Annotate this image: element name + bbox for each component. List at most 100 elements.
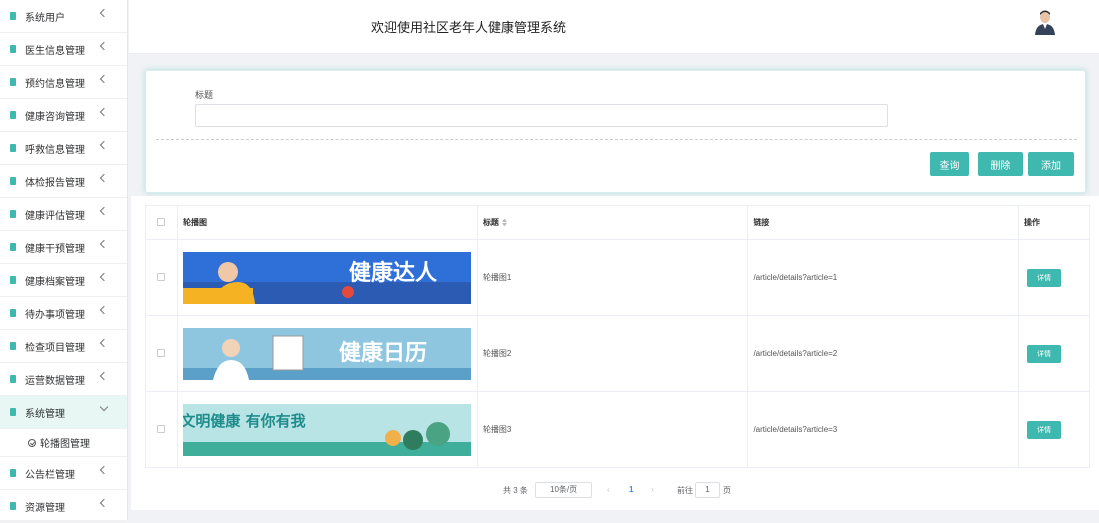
file-icon bbox=[10, 469, 16, 477]
add-button[interactable]: 添加 bbox=[1028, 152, 1074, 176]
table-row: 文明健康 有你有我 轮播图3 /article/details?article=… bbox=[145, 391, 1090, 468]
chevron-left-icon bbox=[99, 465, 109, 475]
file-icon bbox=[10, 342, 16, 350]
chevron-left-icon bbox=[99, 74, 109, 84]
link-cell: /article/details?article=3 bbox=[747, 391, 1020, 468]
title-filter-input[interactable] bbox=[195, 104, 888, 127]
sidebar-item-assessment[interactable]: 健康评估管理 bbox=[0, 198, 127, 231]
row-checkbox[interactable] bbox=[157, 348, 166, 357]
goto-label: 前往 bbox=[677, 486, 693, 495]
banner-image: 健康日历 bbox=[182, 327, 471, 380]
table-row: 健康日历 轮播图2 /article/details?article=2 详情 bbox=[145, 315, 1090, 392]
file-icon bbox=[10, 502, 16, 510]
sidebar-item-label: 资源管理 bbox=[25, 502, 65, 514]
sidebar-item-label: 公告栏管理 bbox=[25, 469, 75, 481]
sidebar-item-emergency[interactable]: 呼救信息管理 bbox=[0, 132, 127, 165]
op-cell: 详情 bbox=[1018, 315, 1090, 392]
sidebar-item-check-items[interactable]: 检查项目管理 bbox=[0, 330, 127, 363]
file-icon bbox=[10, 78, 16, 86]
chevron-left-icon bbox=[99, 371, 109, 381]
divider bbox=[156, 139, 1077, 140]
page-size-select[interactable]: 10条/页 bbox=[535, 482, 592, 498]
sidebar-item-intervention[interactable]: 健康干预管理 bbox=[0, 231, 127, 264]
detail-button[interactable]: 详情 bbox=[1027, 268, 1062, 287]
banner-cell: 健康达人 bbox=[176, 239, 478, 316]
sidebar-item-label: 预约信息管理 bbox=[25, 78, 85, 90]
file-icon bbox=[10, 408, 16, 416]
sort-icon[interactable] bbox=[502, 219, 507, 226]
sidebar-item-label: 健康咨询管理 bbox=[25, 111, 85, 123]
sidebar-item-label: 待办事项管理 bbox=[25, 309, 85, 321]
banner-text: 健康日历 bbox=[339, 340, 427, 366]
row-checkbox[interactable] bbox=[157, 424, 166, 433]
title-cell: 轮播图2 bbox=[476, 315, 749, 392]
title-cell: 轮播图3 bbox=[476, 391, 749, 468]
banner-text: 文明健康 有你有我 bbox=[183, 412, 306, 430]
sidebar-item-checkup-report[interactable]: 体检报告管理 bbox=[0, 165, 127, 198]
op-cell: 详情 bbox=[1018, 391, 1090, 468]
banner-image: 文明健康 有你有我 bbox=[182, 403, 471, 456]
chevron-left-icon bbox=[99, 206, 109, 216]
column-header-title[interactable]: 标题 bbox=[476, 205, 749, 240]
chevron-down-icon bbox=[99, 402, 109, 412]
chevron-left-icon bbox=[99, 239, 109, 249]
file-icon bbox=[10, 210, 16, 218]
column-header-link: 链接 bbox=[747, 205, 1020, 240]
sidebar-item-label: 检查项目管理 bbox=[25, 342, 85, 354]
sidebar-item-label: 系统管理 bbox=[25, 408, 65, 420]
select-all-cell[interactable] bbox=[145, 205, 178, 240]
column-header-op: 操作 bbox=[1018, 205, 1090, 240]
detail-button[interactable]: 详情 bbox=[1027, 420, 1062, 439]
sidebar-item-label: 系统用户 bbox=[25, 12, 65, 24]
banner-image: 健康达人 bbox=[182, 251, 471, 304]
delete-button[interactable]: 删除 bbox=[978, 152, 1023, 176]
sidebar-item-label: 健康评估管理 bbox=[25, 210, 85, 222]
detail-button[interactable]: 详情 bbox=[1027, 344, 1062, 363]
sidebar-item-label: 运营数据管理 bbox=[25, 375, 85, 387]
sidebar-item-label: 医生信息管理 bbox=[25, 45, 85, 57]
banner-cell: 文明健康 有你有我 bbox=[176, 391, 478, 468]
row-select-cell[interactable] bbox=[145, 315, 178, 392]
page-title: 欢迎使用社区老年人健康管理系统 bbox=[371, 20, 567, 35]
sidebar-subitem-label: 轮播图管理 bbox=[40, 439, 90, 450]
sidebar-item-notice[interactable]: 公告栏管理 bbox=[0, 457, 127, 490]
check-circle-icon bbox=[28, 438, 36, 447]
avatar[interactable] bbox=[1033, 9, 1057, 35]
select-all-checkbox[interactable] bbox=[157, 217, 166, 226]
banner-cell: 健康日历 bbox=[176, 315, 478, 392]
prev-page-button[interactable]: ‹ bbox=[607, 485, 610, 494]
search-panel: 标题 查询 删除 添加 bbox=[145, 70, 1086, 193]
pagination: 共 3 条 10条/页 ‹ 1 › 前往 1 页 bbox=[131, 482, 1099, 500]
column-header-image: 轮播图 bbox=[176, 205, 478, 240]
row-checkbox[interactable] bbox=[157, 272, 166, 281]
sidebar-item-doctor-info[interactable]: 医生信息管理 bbox=[0, 33, 127, 66]
sidebar-item-records[interactable]: 健康档案管理 bbox=[0, 264, 127, 297]
query-button[interactable]: 查询 bbox=[930, 152, 969, 176]
sidebar-item-label: 体检报告管理 bbox=[25, 177, 85, 189]
file-icon bbox=[10, 243, 16, 251]
sidebar-item-system-users[interactable]: 系统用户 bbox=[0, 0, 127, 33]
top-header: 欢迎使用社区老年人健康管理系统 bbox=[129, 0, 1099, 54]
page-number-current[interactable]: 1 bbox=[629, 485, 633, 494]
chevron-left-icon bbox=[99, 107, 109, 117]
sidebar: 系统用户 医生信息管理 预约信息管理 健康咨询管理 呼救信息管理 体检报告管理 … bbox=[0, 0, 128, 523]
row-select-cell[interactable] bbox=[145, 239, 178, 316]
chevron-left-icon bbox=[99, 498, 109, 508]
sidebar-item-operations[interactable]: 运营数据管理 bbox=[0, 363, 127, 396]
file-icon bbox=[10, 309, 16, 317]
chevron-left-icon bbox=[99, 8, 109, 18]
goto-page-input[interactable]: 1 bbox=[695, 482, 720, 498]
goto-suffix: 页 bbox=[723, 486, 731, 495]
chevron-left-icon bbox=[99, 305, 109, 315]
link-cell: /article/details?article=1 bbox=[747, 239, 1020, 316]
sidebar-item-todo[interactable]: 待办事项管理 bbox=[0, 297, 127, 330]
next-page-button[interactable]: › bbox=[651, 485, 654, 494]
chevron-left-icon bbox=[99, 140, 109, 150]
sidebar-subitem-carousel[interactable]: 轮播图管理 bbox=[0, 429, 127, 457]
sidebar-item-appointment[interactable]: 预约信息管理 bbox=[0, 66, 127, 99]
sidebar-item-system[interactable]: 系统管理 bbox=[0, 396, 127, 429]
row-select-cell[interactable] bbox=[145, 391, 178, 468]
chevron-left-icon bbox=[99, 272, 109, 282]
sidebar-item-resources[interactable]: 资源管理 bbox=[0, 490, 127, 523]
sidebar-item-consult[interactable]: 健康咨询管理 bbox=[0, 99, 127, 132]
